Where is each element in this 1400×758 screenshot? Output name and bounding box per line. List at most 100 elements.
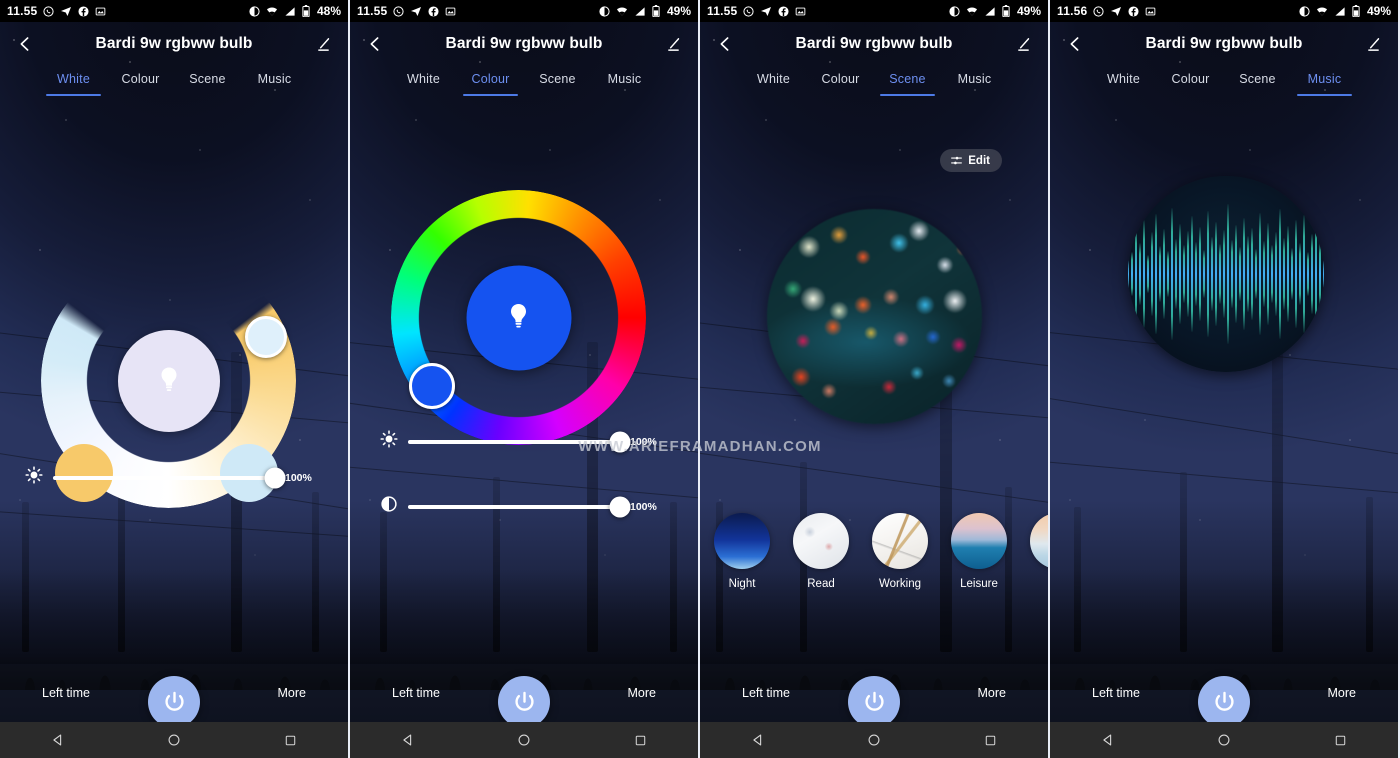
tab-scene[interactable]: Scene: [174, 70, 241, 96]
scene-list[interactable]: Night Read Working Leisure So: [714, 513, 1048, 590]
edit-name-button[interactable]: [660, 31, 686, 57]
tab-white[interactable]: White: [1090, 70, 1157, 96]
scene-preview-circle[interactable]: [767, 209, 982, 424]
chevron-left-icon: [370, 37, 379, 51]
scene-item-leisure[interactable]: Leisure: [951, 513, 1007, 590]
brightness-value: 100%: [285, 471, 312, 484]
more-button[interactable]: More: [278, 686, 306, 700]
tab-white[interactable]: White: [40, 70, 107, 96]
pencil-edit-icon: [667, 37, 679, 51]
waveform-bar: [1139, 243, 1141, 305]
power-toggle-button[interactable]: [848, 676, 900, 728]
nav-recents-button[interactable]: [623, 725, 657, 755]
saturation-slider-track[interactable]: [408, 496, 631, 517]
waveform-bar: [1243, 218, 1245, 330]
tab-white[interactable]: White: [390, 70, 457, 96]
left-time-button[interactable]: Left time: [1092, 686, 1140, 700]
colour-center-hub[interactable]: [466, 265, 571, 370]
scene-item-soft[interactable]: So: [1030, 513, 1048, 590]
power-icon: [514, 691, 534, 711]
scene-item-night[interactable]: Night: [714, 513, 770, 590]
facebook-icon: [1128, 5, 1139, 17]
edit-name-button[interactable]: [310, 31, 336, 57]
more-button[interactable]: More: [1328, 686, 1356, 700]
tab-music[interactable]: Music: [941, 70, 1008, 96]
scene-item-working[interactable]: Working: [872, 513, 928, 590]
lightbulb-icon: [511, 304, 526, 328]
music-visualizer[interactable]: [1128, 176, 1324, 372]
temperature-selector-handle[interactable]: [245, 316, 287, 358]
tab-white[interactable]: White: [740, 70, 807, 96]
nav-home-button[interactable]: [157, 725, 191, 755]
nav-back-button[interactable]: [741, 725, 775, 755]
scene-thumb-read: [793, 513, 849, 569]
nav-home-button[interactable]: [507, 725, 541, 755]
status-time: 11.55: [7, 4, 38, 18]
waveform-bar: [1151, 232, 1153, 316]
nav-back-button[interactable]: [391, 725, 425, 755]
left-time-button[interactable]: Left time: [742, 686, 790, 700]
brightness-slider-track[interactable]: [53, 467, 286, 488]
nav-recents-button[interactable]: [273, 725, 307, 755]
tab-music[interactable]: Music: [1291, 70, 1358, 96]
tab-colour[interactable]: Colour: [807, 70, 874, 96]
white-center-hub[interactable]: [117, 329, 220, 432]
brightness-slider-knob[interactable]: [264, 467, 286, 488]
nav-home-button[interactable]: [857, 725, 891, 755]
waveform-bar: [1211, 237, 1213, 311]
colour-hue-wheel[interactable]: [391, 190, 646, 445]
brightness-slider-track[interactable]: [408, 431, 631, 452]
do-not-disturb-icon: [1299, 5, 1310, 17]
android-nav-bar: [700, 722, 1048, 758]
back-button[interactable]: [1062, 31, 1088, 57]
edit-name-button[interactable]: [1010, 31, 1036, 57]
saturation-slider-knob[interactable]: [609, 496, 631, 517]
do-not-disturb-icon: [599, 5, 610, 17]
saturation-slider-row: 100%: [380, 495, 660, 518]
tab-colour[interactable]: Colour: [107, 70, 174, 96]
gallery-image-icon: [445, 6, 456, 17]
back-button[interactable]: [362, 31, 388, 57]
do-not-disturb-icon: [949, 5, 960, 17]
panel-body-music: 4: [1050, 102, 1398, 758]
left-time-button[interactable]: Left time: [42, 686, 90, 700]
whatsapp-icon: [743, 5, 754, 17]
status-bar: 11.55 48%: [0, 0, 348, 22]
tab-scene[interactable]: Scene: [1224, 70, 1291, 96]
tab-music[interactable]: Music: [591, 70, 658, 96]
tab-scene[interactable]: Scene: [874, 70, 941, 96]
power-toggle-button[interactable]: [1198, 676, 1250, 728]
waveform-bar: [1267, 223, 1269, 325]
waveform-bar: [1295, 220, 1297, 328]
hue-selector-handle[interactable]: [409, 363, 455, 409]
scene-edit-button[interactable]: Edit: [940, 149, 1002, 172]
back-button[interactable]: [12, 31, 38, 57]
left-time-button[interactable]: Left time: [392, 686, 440, 700]
power-toggle-button[interactable]: [148, 676, 200, 728]
wifi-icon: [1316, 6, 1328, 17]
android-nav-bar: [1050, 722, 1398, 758]
app-header: Bardi 9w rgbww bulb: [1050, 22, 1398, 66]
waveform-bar: [1167, 251, 1169, 297]
brightness-slider-knob[interactable]: [609, 431, 631, 452]
edit-name-button[interactable]: [1360, 31, 1386, 57]
nav-back-button[interactable]: [41, 725, 75, 755]
power-toggle-button[interactable]: [498, 676, 550, 728]
cell-signal-icon: [984, 6, 996, 17]
scene-thumb-leisure: [951, 513, 1007, 569]
screenshot-stage: 11.55 48% Bardi 9w rgbww bulb White Colo…: [0, 0, 1400, 758]
tab-scene[interactable]: Scene: [524, 70, 591, 96]
scene-item-read[interactable]: Read: [793, 513, 849, 590]
status-bar: 11.55 49%: [700, 0, 1048, 22]
back-button[interactable]: [712, 31, 738, 57]
nav-back-button[interactable]: [1091, 725, 1125, 755]
nav-home-button[interactable]: [1207, 725, 1241, 755]
tab-colour[interactable]: Colour: [457, 70, 524, 96]
nav-recents-button[interactable]: [1323, 725, 1357, 755]
nav-recents-button[interactable]: [973, 725, 1007, 755]
tab-colour[interactable]: Colour: [1157, 70, 1224, 96]
tab-music[interactable]: Music: [241, 70, 308, 96]
more-button[interactable]: More: [978, 686, 1006, 700]
waveform-bar: [1183, 245, 1185, 303]
more-button[interactable]: More: [628, 686, 656, 700]
